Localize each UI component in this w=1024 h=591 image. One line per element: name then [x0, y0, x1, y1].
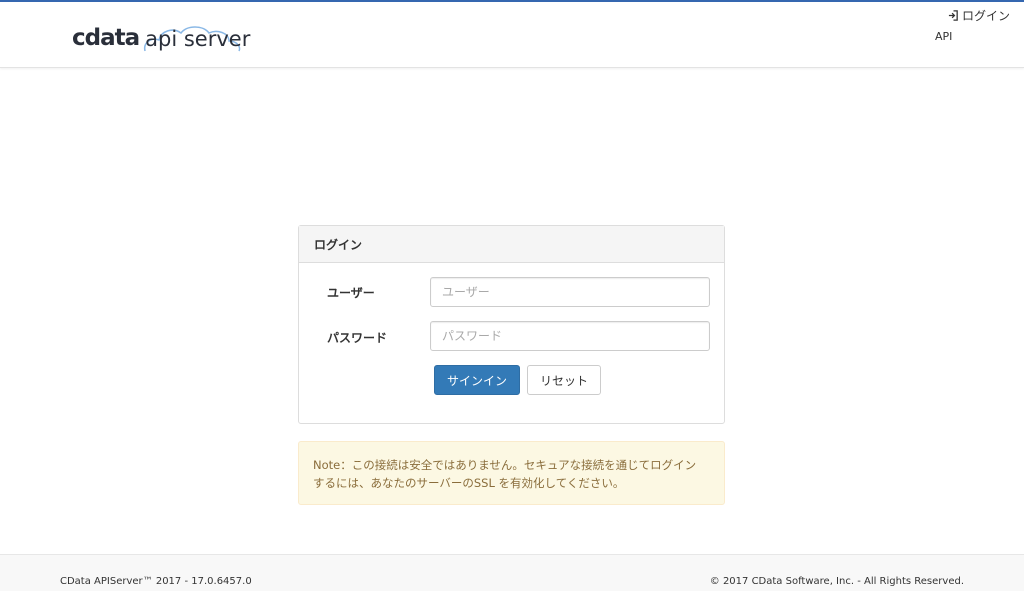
password-label: パスワード — [327, 331, 388, 345]
reset-button[interactable]: リセット — [527, 365, 601, 395]
password-input[interactable] — [430, 321, 710, 351]
login-panel-title: ログイン — [299, 226, 724, 263]
user-label: ユーザー — [327, 286, 375, 300]
cdata-api-server-logo[interactable]: cdata api server — [72, 14, 250, 54]
nav-api-link[interactable]: API — [935, 30, 952, 43]
nav-login-link[interactable]: ログイン — [948, 7, 1010, 24]
login-panel: ログイン ユーザー パスワード サインイン リセット — [298, 225, 725, 424]
sign-in-icon — [948, 10, 958, 21]
logo-cloud-group: api server — [144, 26, 251, 54]
top-navbar: cdata api server ログイン API — [0, 0, 1024, 68]
logo-cdata-text: cdata — [72, 25, 140, 51]
page-footer: CData APIServer™ 2017 - 17.0.6457.0 © 20… — [0, 554, 1024, 591]
footer-version: CData APIServer™ 2017 - 17.0.6457.0 — [60, 576, 252, 587]
ssl-warning-alert: Note：この接続は安全ではありません。セキュアな接続を通じてログイン するには… — [298, 441, 725, 505]
ssl-warning-line1: Note：この接続は安全ではありません。セキュアな接続を通じてログイン — [313, 458, 697, 472]
footer-copyright: © 2017 CData Software, Inc. - All Rights… — [709, 576, 964, 587]
signin-button[interactable]: サインイン — [434, 365, 520, 395]
ssl-warning-line2: するには、あなたのサーバーのSSL を有効化してください。 — [313, 476, 625, 490]
logo-api-server-text: api server — [145, 27, 251, 51]
user-input[interactable] — [430, 277, 710, 307]
nav-login-label: ログイン — [961, 9, 1010, 23]
